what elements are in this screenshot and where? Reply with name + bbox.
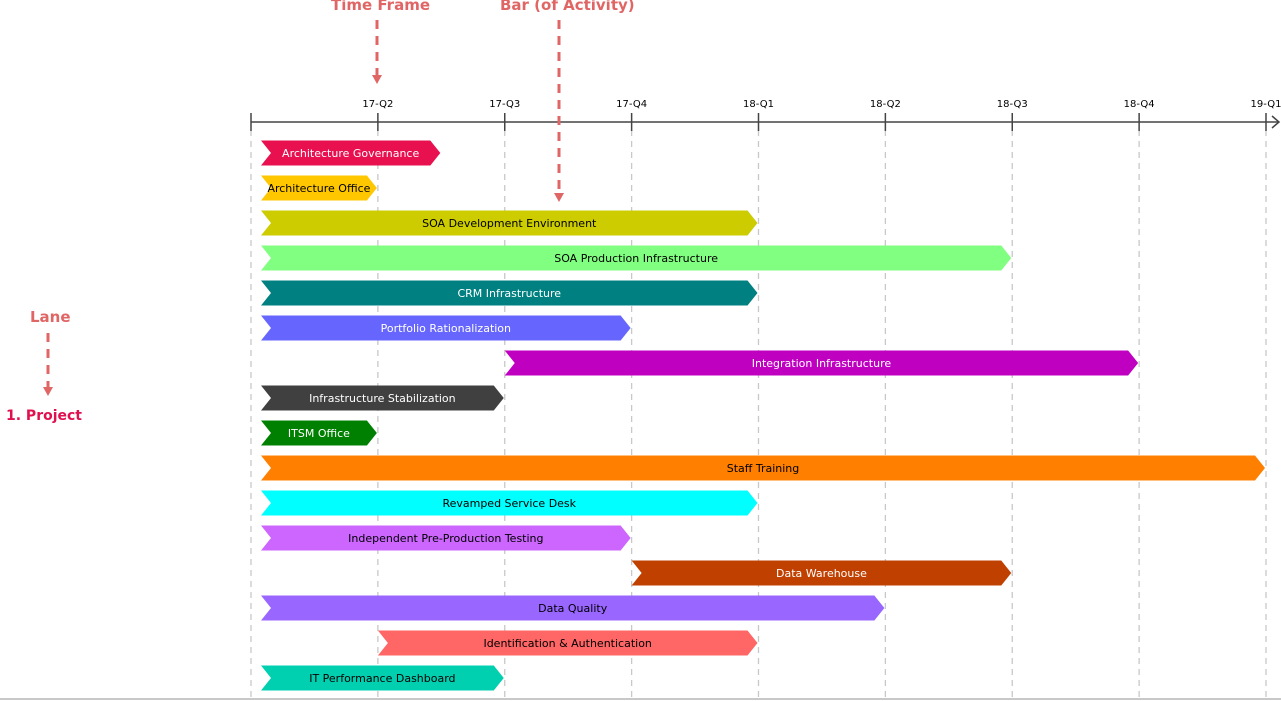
activity-bar-label: ITSM Office — [288, 427, 350, 440]
time-frame-arrow — [372, 20, 382, 84]
activity-bar: ITSM Office — [261, 420, 377, 446]
activity-bar-label: CRM Infrastructure — [457, 287, 561, 300]
activity-bar: SOA Production Infrastructure — [261, 245, 1012, 271]
activity-bar-label: Identification & Authentication — [483, 637, 651, 650]
time-axis: 17-Q2 17-Q3 17-Q4 18-Q1 18-Q2 18-Q3 18-Q4 19-Q1 — [250, 99, 1281, 131]
axis-tick-label: 18-Q4 — [1124, 99, 1155, 110]
activity-bar-label: Architecture Governance — [282, 147, 419, 160]
activity-bar-label: Revamped Service Desk — [442, 497, 576, 510]
activity-bar: Portfolio Rationalization — [261, 315, 631, 341]
activity-bar: Architecture Office — [261, 175, 377, 201]
axis-tick-label: 19-Q1 — [1251, 99, 1281, 110]
axis-tick-label: 17-Q2 — [362, 99, 393, 110]
gantt-chart: 17-Q2 17-Q3 17-Q4 18-Q1 18-Q2 18-Q3 18-Q4 19-Q1… — [43, 20, 1281, 698]
arrow-down-icon — [554, 193, 564, 202]
bottom-border — [0, 698, 1281, 700]
axis-tick-label: 17-Q3 — [489, 99, 520, 110]
activity-bar-label: Staff Training — [727, 462, 800, 475]
lane-arrow — [43, 333, 53, 396]
arrow-down-icon — [43, 387, 53, 396]
arrow-down-icon — [372, 75, 382, 84]
activity-bar-label: Data Quality — [538, 602, 608, 615]
gantt-diagram: 17-Q2 17-Q3 17-Q4 18-Q1 18-Q2 18-Q3 18-Q4 19-Q1… — [0, 0, 1281, 701]
callout-lane: Lane — [30, 308, 71, 326]
callout-bar-of-activity: Bar (of Activity) — [500, 0, 635, 14]
activity-bar: Architecture Governance — [261, 140, 441, 166]
activity-bar-label: IT Performance Dashboard — [309, 672, 455, 685]
activity-bar: CRM Infrastructure — [261, 280, 758, 306]
axis-tick-label: 18-Q2 — [870, 99, 901, 110]
axis-tick-label: 17-Q4 — [616, 99, 647, 110]
activity-bar-label: Infrastructure Stabilization — [309, 392, 456, 405]
activity-bar-label: SOA Production Infrastructure — [554, 252, 718, 265]
lane-label-project: 1. Project — [6, 408, 83, 424]
activity-bar: Independent Pre-Production Testing — [261, 525, 631, 551]
activity-bar-label: Independent Pre-Production Testing — [348, 532, 543, 545]
activity-bar-label: Data Warehouse — [776, 567, 867, 580]
activity-bar: SOA Development Environment — [261, 210, 758, 236]
activity-bar: Identification & Authentication — [377, 630, 758, 656]
activity-bar-label: SOA Development Environment — [422, 217, 597, 230]
activity-bar-label: Integration Infrastructure — [752, 357, 892, 370]
activity-bar-label: Architecture Office — [267, 182, 370, 195]
activity-bar: Staff Training — [261, 455, 1265, 481]
axis-tick-label: 18-Q3 — [997, 99, 1028, 110]
axis-tick-label: 18-Q1 — [743, 99, 774, 110]
activity-bar: Data Warehouse — [631, 560, 1012, 586]
activity-bar: Infrastructure Stabilization — [261, 385, 504, 411]
activity-bar: Integration Infrastructure — [504, 350, 1139, 376]
callout-time-frame: Time Frame — [331, 0, 431, 14]
activity-bar: Data Quality — [261, 595, 885, 621]
activity-bar: Revamped Service Desk — [261, 490, 758, 516]
bar-activity-arrow — [554, 20, 564, 202]
activity-bars: Architecture Governance Architecture Offi… — [261, 140, 1265, 691]
activity-bar-label: Portfolio Rationalization — [381, 322, 511, 335]
activity-bar: IT Performance Dashboard — [261, 665, 504, 691]
